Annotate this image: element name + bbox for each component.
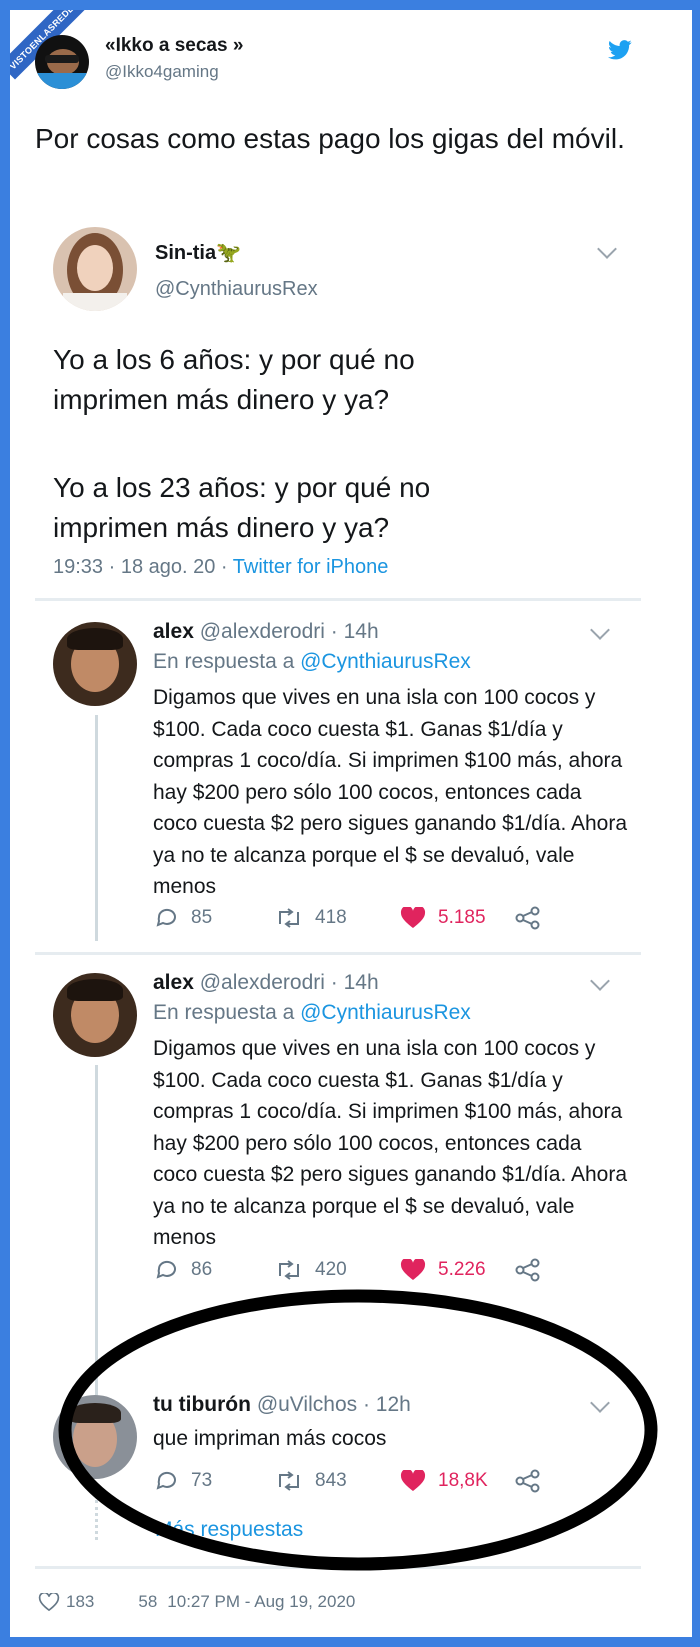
reply-count: 58 <box>138 1592 158 1611</box>
like-count: 183 <box>66 1592 95 1611</box>
heart-outline-icon[interactable] <box>38 1592 60 1612</box>
ellipse-annotation <box>58 1289 658 1571</box>
tweet-card: VISTOENLASREDES «Ikko a secas » @Ikko4ga… <box>10 10 692 1637</box>
tweet-timestamp[interactable]: 10:27 PM - Aug 19, 2020 <box>167 1592 355 1612</box>
tweet-footer: 183 58 10:27 PM - Aug 19, 2020 <box>38 1592 355 1612</box>
